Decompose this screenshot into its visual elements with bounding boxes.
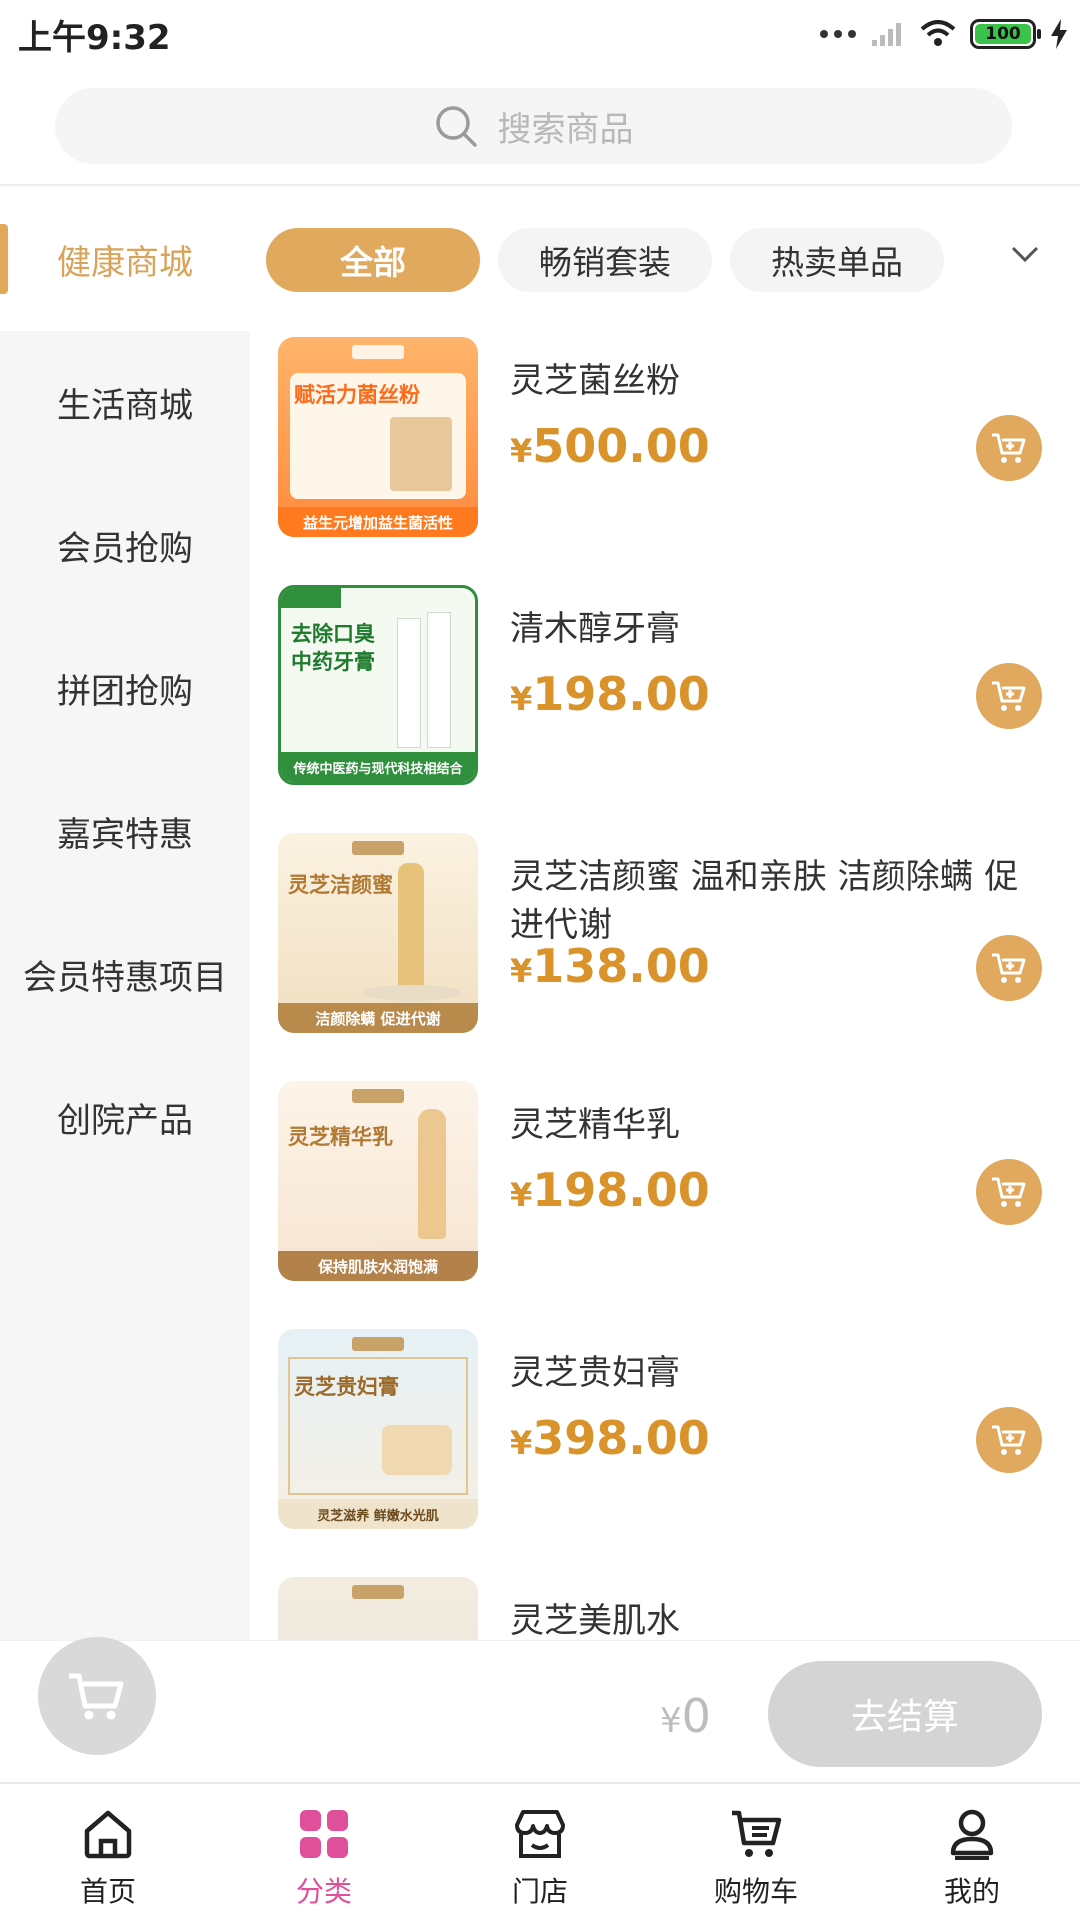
cart-icon — [992, 1425, 1026, 1455]
product-image-caption: 传统中医药与现代科技相结合 — [281, 752, 475, 782]
sidebar-item-label: 嘉宾特惠 — [57, 815, 193, 855]
cellular-signal-icon — [872, 23, 901, 46]
search-input[interactable]: 搜索商品 — [55, 88, 1012, 164]
profile-icon — [942, 1804, 1002, 1864]
chevron-down-icon[interactable] — [1010, 244, 1040, 264]
sidebar-item-label: 拼团抢购 — [57, 672, 193, 712]
tab-all[interactable]: 全部 — [266, 228, 480, 292]
charging-bolt-icon — [1051, 19, 1067, 49]
battery-level: 100 — [975, 24, 1031, 44]
sidebar-item-member-flash-sale[interactable]: 会员抢购 — [0, 474, 250, 617]
sidebar-item-group-buy[interactable]: 拼团抢购 — [0, 617, 250, 760]
nav-category[interactable]: 分类 — [216, 1784, 432, 1920]
product-price: ¥398.00 — [510, 1411, 710, 1465]
sidebar-item-label: 健康商城 — [57, 243, 193, 283]
product-image-caption: 益生元增加益生菌活性 — [278, 507, 478, 537]
cart-icon — [726, 1804, 786, 1864]
product-item[interactable]: 灵芝洁颜蜜 洁颜除螨 促进代谢 灵芝洁颜蜜 温和亲肤 洁颜除螨 促进代谢 ¥13… — [250, 827, 1080, 1099]
product-image-caption: 灵芝滋养 鲜嫩水光肌 — [278, 1499, 478, 1529]
product-image-caption: 保持肌肤水润饱满 — [278, 1251, 478, 1281]
tab-bestseller-sets[interactable]: 畅销套装 — [498, 228, 712, 292]
product-image: 赋活力菌丝粉 益生元增加益生菌活性 — [278, 337, 478, 537]
category-sidebar: 健康商城 生活商城 会员抢购 拼团抢购 嘉宾特惠 会员特惠项目 创院产品 — [0, 188, 250, 1640]
sidebar-item-guest-special[interactable]: 嘉宾特惠 — [0, 760, 250, 903]
add-to-cart-button[interactable] — [976, 935, 1042, 1001]
sidebar-item-label: 会员抢购 — [57, 529, 193, 569]
nav-profile[interactable]: 我的 — [864, 1784, 1080, 1920]
product-image-caption: 洁颜除螨 促进代谢 — [278, 1003, 478, 1033]
nav-label: 我的 — [943, 1875, 1000, 1908]
product-image — [278, 1577, 478, 1640]
wifi-icon — [920, 20, 956, 46]
nav-label: 门店 — [511, 1875, 568, 1908]
search-icon — [435, 106, 477, 147]
cart-total: ¥0 — [660, 1689, 711, 1743]
product-price: ¥198.00 — [510, 667, 710, 721]
nav-store[interactable]: 门店 — [432, 1784, 648, 1920]
cart-icon — [992, 681, 1026, 711]
filter-tabs: 全部 畅销套装 热卖单品 — [250, 188, 1080, 331]
checkout-bar: ¥0 去结算 — [0, 1637, 1080, 1780]
product-price: ¥198.00 — [510, 1163, 710, 1217]
product-image-title: 灵芝贵妇膏 — [294, 1375, 399, 1399]
product-name: 灵芝菌丝粉 — [510, 361, 680, 401]
cart-icon — [992, 1177, 1026, 1207]
product-name: 清木醇牙膏 — [510, 609, 680, 649]
product-name: 灵芝洁颜蜜 温和亲肤 洁颜除螨 促进代谢 — [510, 857, 1019, 945]
active-indicator — [0, 224, 8, 294]
nav-home[interactable]: 首页 — [0, 1784, 216, 1920]
product-price: ¥138.00 — [510, 939, 710, 993]
sidebar-item-life-mall[interactable]: 生活商城 — [0, 331, 250, 474]
category-icon — [294, 1804, 354, 1864]
tab-hot-singles[interactable]: 热卖单品 — [730, 228, 944, 292]
product-name: 灵芝贵妇膏 — [510, 1353, 680, 1393]
search-bar: 搜索商品 — [0, 66, 1080, 186]
product-image: 灵芝贵妇膏 灵芝滋养 鲜嫩水光肌 — [278, 1329, 478, 1529]
nav-label: 分类 — [295, 1875, 352, 1908]
product-name: 灵芝精华乳 — [510, 1105, 680, 1145]
product-image: 去除口臭 中药牙膏 传统中医药与现代科技相结合 — [278, 585, 478, 785]
nav-cart[interactable]: 购物车 — [648, 1784, 864, 1920]
nav-label: 购物车 — [713, 1875, 798, 1908]
product-item[interactable]: 灵芝精华乳 保持肌肤水润饱满 灵芝精华乳 ¥198.00 — [250, 1075, 1080, 1323]
product-image-title: 灵芝洁颜蜜 — [288, 873, 393, 897]
product-item[interactable]: 灵芝贵妇膏 灵芝滋养 鲜嫩水光肌 灵芝贵妇膏 ¥398.00 — [250, 1323, 1080, 1571]
more-dots-icon — [820, 30, 856, 38]
sidebar-item-label: 生活商城 — [57, 386, 193, 426]
sidebar-item-founding-products[interactable]: 创院产品 — [0, 1046, 250, 1189]
product-item[interactable]: 赋活力菌丝粉 益生元增加益生菌活性 灵芝菌丝粉 ¥500.00 — [250, 331, 1080, 579]
store-icon — [510, 1804, 570, 1864]
add-to-cart-button[interactable] — [976, 1407, 1042, 1473]
mini-cart-button[interactable] — [38, 1637, 156, 1755]
add-to-cart-button[interactable] — [976, 1159, 1042, 1225]
product-item[interactable]: 灵芝美肌水 — [250, 1571, 1080, 1640]
add-to-cart-button[interactable] — [976, 663, 1042, 729]
nav-label: 首页 — [79, 1875, 136, 1908]
status-bar: 上午9:32 100 — [0, 0, 1080, 66]
sidebar-item-member-special-projects[interactable]: 会员特惠项目 — [0, 903, 250, 1046]
add-to-cart-button[interactable] — [976, 415, 1042, 481]
product-name: 灵芝美肌水 — [510, 1601, 680, 1640]
product-image-title: 灵芝精华乳 — [288, 1125, 393, 1149]
status-icons: 100 — [820, 16, 1068, 52]
product-image: 灵芝精华乳 保持肌肤水润饱满 — [278, 1081, 478, 1281]
sidebar-item-health-mall[interactable]: 健康商城 — [0, 188, 250, 331]
checkout-button[interactable]: 去结算 — [768, 1661, 1042, 1767]
product-item[interactable]: 去除口臭 中药牙膏 传统中医药与现代科技相结合 清木醇牙膏 ¥198.00 — [250, 579, 1080, 827]
cart-icon — [992, 953, 1026, 983]
battery-icon: 100 — [970, 19, 1041, 49]
sidebar-item-label: 创院产品 — [57, 1101, 193, 1141]
cart-icon — [992, 433, 1026, 463]
product-image-title: 赋活力菌丝粉 — [294, 383, 420, 407]
bottom-navigation: 首页 分类 门店 购物车 我的 — [0, 1782, 1080, 1920]
sidebar-item-label: 会员特惠项目 — [23, 958, 227, 998]
product-list: 赋活力菌丝粉 益生元增加益生菌活性 灵芝菌丝粉 ¥500.00 去除口臭 中药牙… — [250, 331, 1080, 1640]
status-time: 上午9:32 — [18, 18, 171, 58]
product-image: 灵芝洁颜蜜 洁颜除螨 促进代谢 — [278, 833, 478, 1033]
home-icon — [78, 1804, 138, 1864]
product-price: ¥500.00 — [510, 419, 710, 473]
search-placeholder: 搜索商品 — [497, 109, 634, 150]
product-image-title: 去除口臭 中药牙膏 — [291, 622, 375, 674]
cart-icon — [69, 1673, 124, 1720]
